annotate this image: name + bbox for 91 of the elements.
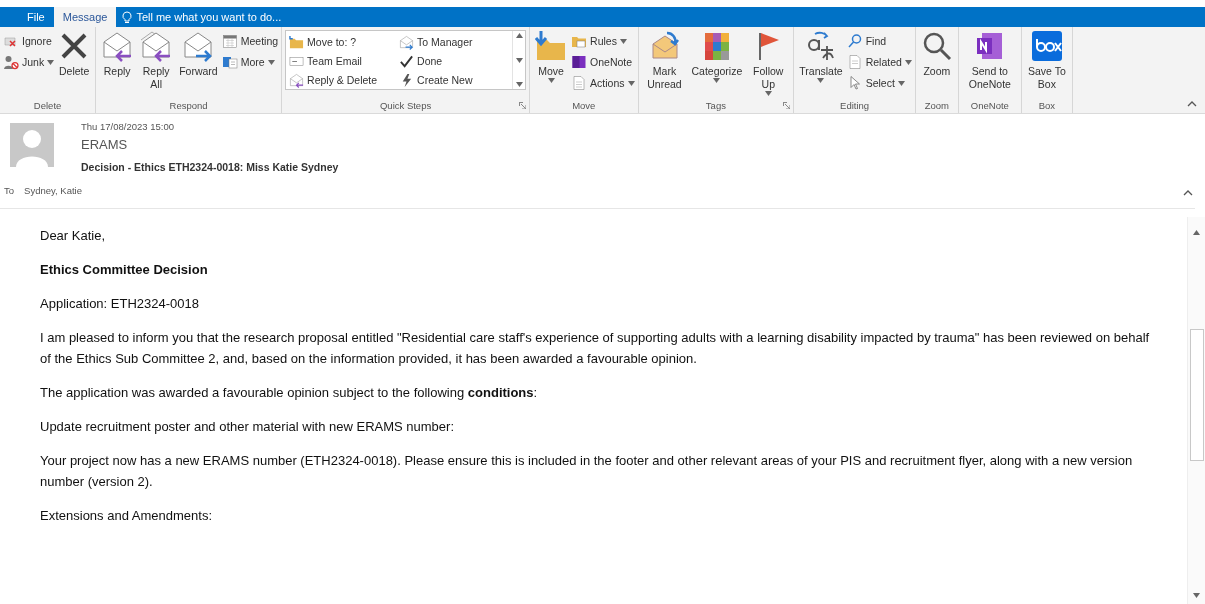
group-label: OneNote (970, 100, 1009, 111)
caret-icon (764, 91, 772, 96)
group-label: Quick Steps (379, 100, 432, 111)
folder-icon (289, 34, 305, 50)
ribbon-button[interactable]: Ignore (3, 31, 55, 51)
quick-step[interactable]: Done (399, 51, 510, 71)
caret-icon (817, 78, 825, 83)
group-label: Move (572, 100, 596, 111)
quick-step[interactable]: Create New (399, 70, 510, 90)
caret-icon (627, 80, 635, 86)
quick-step[interactable]: Reply & Delete (289, 70, 400, 90)
ribbon-button[interactable]: Meeting (221, 31, 279, 51)
ribbon-button[interactable]: Actions (571, 73, 635, 93)
caret-icon (619, 38, 627, 44)
sender-name: ERAMS (81, 137, 129, 154)
ribbon-button[interactable]: Junk (3, 52, 55, 72)
ribbon-button[interactable]: Related (846, 52, 912, 72)
document-icon (846, 54, 863, 70)
ribbon-button[interactable]: Mark Unread (641, 30, 688, 91)
to-label: To (4, 185, 15, 196)
scroll-thumb[interactable] (1190, 329, 1204, 461)
launcher-icon[interactable] (783, 102, 791, 109)
caret-icon (713, 78, 721, 83)
collapse-icon[interactable] (1183, 190, 1193, 196)
ribbon-button[interactable]: Delete (56, 30, 93, 78)
quick-step[interactable]: To Manager (399, 32, 510, 52)
ribbon-button[interactable]: Follow Up (746, 30, 791, 96)
check-icon (399, 53, 415, 69)
caret-icon (1193, 230, 1200, 235)
lightbulb-icon (122, 10, 133, 24)
body-paragraph: Dear Katie, (40, 227, 107, 245)
junk-icon (3, 54, 19, 70)
forward-icon (399, 34, 415, 50)
caret-icon (897, 80, 905, 86)
ribbon-button[interactable]: Send to OneNote (961, 30, 1018, 91)
forward-icon (182, 30, 215, 62)
folder-icon (535, 30, 568, 62)
ribbon-button[interactable]: Save To Box (1024, 30, 1069, 91)
recipient-name[interactable]: Sydney, Katie (24, 185, 82, 196)
ribbon-button[interactable]: Move (533, 30, 570, 83)
group-label: Zoom (924, 100, 949, 111)
more-icon (221, 54, 238, 70)
ribbon-button[interactable]: Select (846, 73, 912, 93)
collapse-icon[interactable] (1187, 101, 1197, 107)
scrollbar[interactable] (1187, 217, 1205, 604)
ribbon-button[interactable]: Zoom (918, 30, 955, 78)
group-label: Box (1038, 100, 1056, 111)
search-icon (846, 33, 863, 49)
sent-date: Thu 17/08/2023 15:00 (81, 121, 175, 134)
group-label: Delete (33, 100, 62, 111)
ribbon-button[interactable]: Reply (99, 30, 136, 78)
caret-icon (515, 33, 523, 38)
caret-icon (47, 59, 55, 65)
quick-step[interactable]: Team Email (289, 51, 400, 71)
group-label: Respond (169, 100, 208, 111)
caret-icon (547, 78, 555, 83)
body-paragraph: I am pleased to inform you that the research proposal entitled "Residential care staff's experience of supporting adults with a learning disability impacted by trauma" has been reviewed on behalf of the Ethics Sub Committee 2, and, based on the information provided, it has been awarded a favourable opinion. (40, 329, 1151, 368)
reply-all-icon (140, 30, 173, 62)
reply-icon (101, 30, 134, 62)
ribbon-button[interactable]: Reply All (137, 30, 176, 91)
ribbon-tab[interactable]: Message (53, 7, 117, 27)
calendar-icon (221, 33, 238, 49)
ribbon-button[interactable]: Forward (177, 30, 220, 78)
tell-me-field[interactable]: Tell me what you want to do... (116, 7, 282, 27)
subject-line: Decision - Ethics ETH2324-0018: Miss Katie Sydney (81, 161, 339, 173)
onenote-icon (571, 54, 588, 70)
quick-step[interactable]: Move to: ? (289, 32, 400, 52)
ribbon-button[interactable]: Categorize (689, 30, 745, 83)
box-logo-icon (1030, 30, 1063, 62)
caret-icon (515, 82, 523, 87)
body-paragraph: Application: ETH2324-0018 (40, 295, 200, 313)
ribbon-button[interactable]: Find (846, 31, 912, 51)
ribbon-button[interactable]: Rules (571, 31, 635, 51)
caret-icon (904, 59, 912, 65)
document-icon (571, 75, 588, 91)
ribbon-tab[interactable]: File (18, 7, 54, 27)
caret-icon (1193, 593, 1200, 598)
launcher-icon[interactable] (519, 102, 527, 109)
body-paragraph: Extensions and Amendments: (40, 507, 213, 525)
ribbon-button[interactable]: Translate (797, 30, 845, 83)
body-paragraph: The application was awarded a favourable opinion subject to the following conditions: (40, 384, 539, 402)
group-label: Editing (840, 100, 870, 111)
caret-icon (515, 57, 523, 63)
body-heading: Ethics Committee Decision (40, 261, 209, 279)
body-paragraph: Update recruitment poster and other material with new ERAMS number: (40, 418, 456, 436)
ribbon-button[interactable]: OneNote (571, 52, 635, 72)
avatar-icon (10, 123, 54, 167)
caret-icon (267, 59, 275, 65)
group-label: Tags (705, 100, 726, 111)
ribbon-button[interactable]: More (221, 52, 279, 72)
body-paragraph: Your project now has a new ERAMS number (ETH2324-0018). Please ensure this is included in the footer and other relevant areas of your PIS and recruitment flyer, along with a new version number (version 2). (40, 452, 1134, 491)
